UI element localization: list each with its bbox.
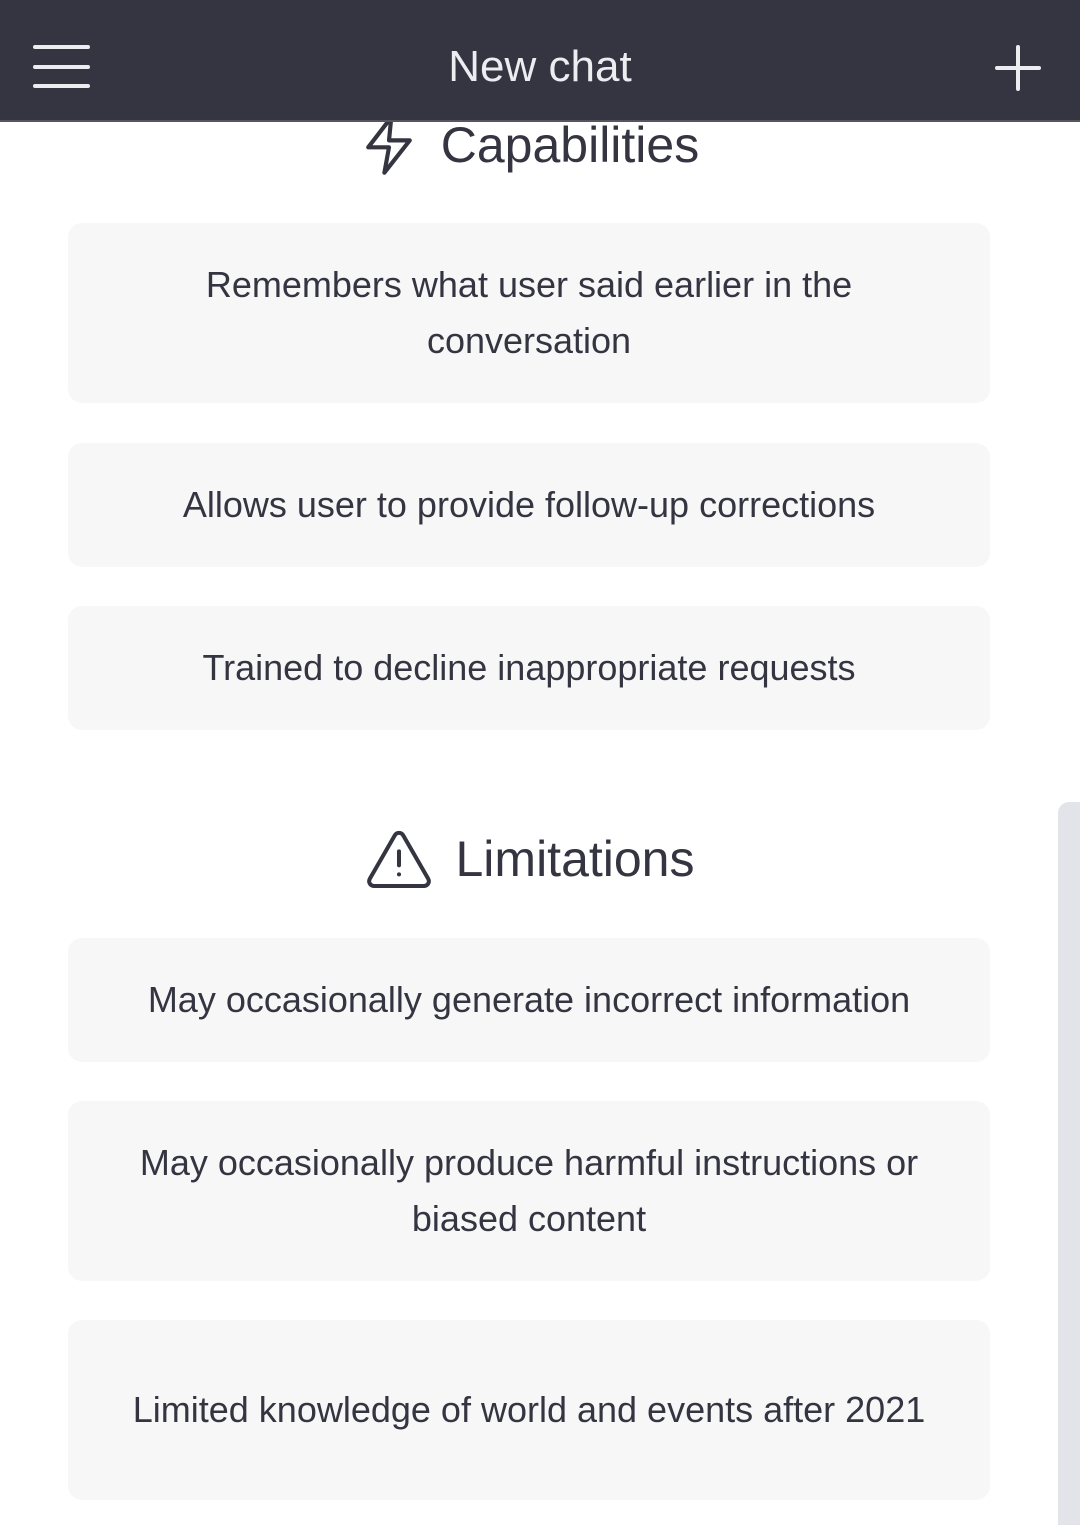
capabilities-heading-text: Capabilities <box>440 117 700 173</box>
limitation-card-text: Limited knowledge of world and events af… <box>132 1389 926 1430</box>
scrollbar[interactable] <box>1058 802 1080 1525</box>
capability-card-text: Trained to decline inappropriate request… <box>202 647 856 688</box>
main-content: Capabilities Remembers what user said ea… <box>0 0 1080 1525</box>
capability-card-corrections[interactable]: Allows user to provide follow-up correct… <box>68 443 990 567</box>
capability-card-decline[interactable]: Trained to decline inappropriate request… <box>68 606 990 730</box>
limitation-card-harmful[interactable]: May occasionally produce harmful instruc… <box>68 1101 990 1281</box>
warning-triangle-icon <box>366 830 432 888</box>
limitation-card-text: May occasionally produce harmful instruc… <box>139 1142 919 1239</box>
menu-button[interactable] <box>22 30 102 100</box>
plus-icon <box>982 30 1052 100</box>
capability-card-memory[interactable]: Remembers what user said earlier in the … <box>68 223 990 403</box>
capability-card-text: Allows user to provide follow-up correct… <box>182 484 876 525</box>
limitations-heading-text: Limitations <box>455 831 695 887</box>
limitation-card-knowledge[interactable]: Limited knowledge of world and events af… <box>68 1320 990 1500</box>
limitation-card-incorrect-info[interactable]: May occasionally generate incorrect info… <box>68 938 990 1062</box>
hamburger-menu-icon <box>22 30 102 90</box>
new-chat-button[interactable] <box>982 30 1052 100</box>
page-title: New chat <box>448 42 632 91</box>
limitation-card-text: May occasionally generate incorrect info… <box>147 979 911 1020</box>
capability-card-text: Remembers what user said earlier in the … <box>205 264 853 361</box>
lightning-bolt-icon <box>361 115 417 175</box>
limitations-heading: Limitations <box>0 822 1060 896</box>
top-bar: New chat <box>0 0 1080 122</box>
